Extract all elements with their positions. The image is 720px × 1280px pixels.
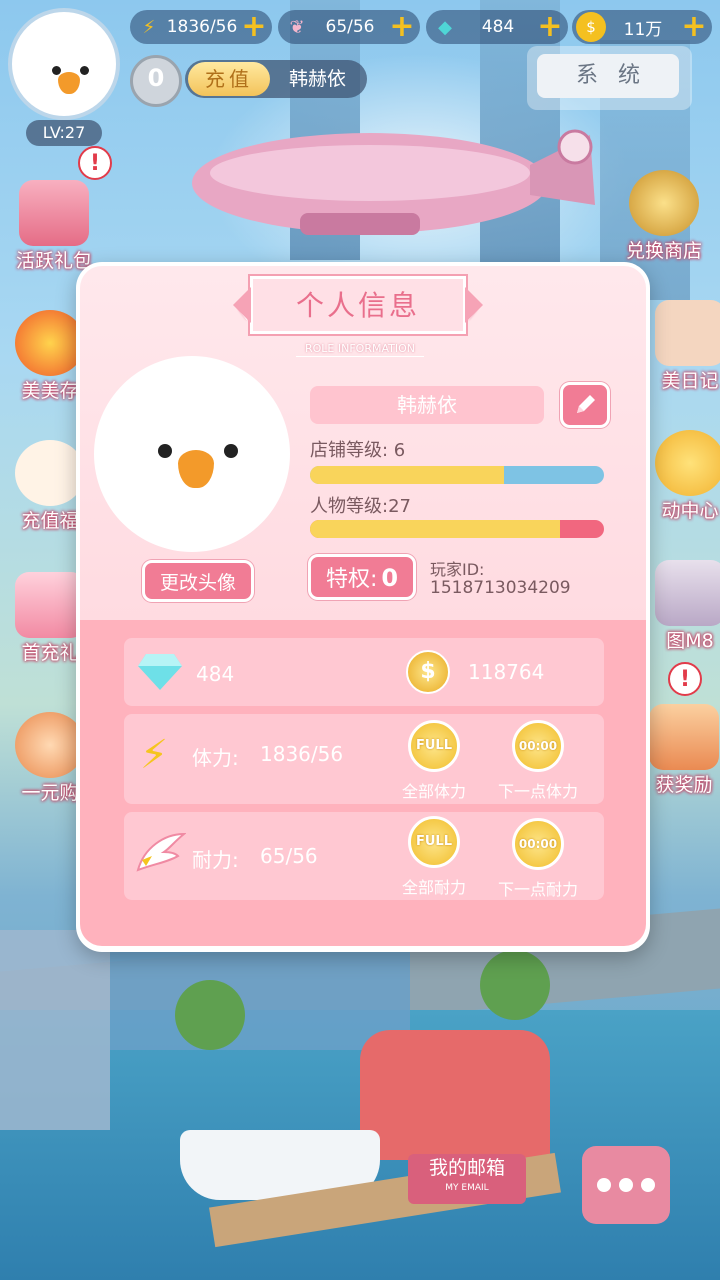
energy-row: ⚡ 体力: 1836/56 FULL 全部体力 00:00 下一点体力 [124, 714, 604, 804]
photo-icon [655, 560, 720, 626]
recharge-button[interactable]: 充值 [188, 62, 270, 96]
lucky-cat-icon [15, 440, 85, 506]
player-id-label: 玩家ID: [430, 560, 485, 579]
shop-level-label: 店铺等级: 6 [310, 440, 406, 461]
full-energy-button[interactable]: FULL [408, 720, 460, 772]
energy-value: 1836/56 [166, 17, 238, 37]
next-energy-label: 下一点体力 [497, 782, 578, 801]
player-id-value: 1518713034209 [430, 578, 571, 598]
avatar-beak [58, 72, 80, 94]
lightning-icon: ⚡ [140, 732, 169, 778]
character-level-fill [310, 520, 560, 538]
diamond-icon: ◆ [438, 16, 452, 38]
mailbox-label: 我的邮箱 [428, 1157, 505, 1179]
side-button-diary[interactable]: 美日记 [640, 300, 720, 393]
avatar-beak [178, 450, 214, 488]
flame-icon [15, 310, 85, 376]
coin-value: 11万 [623, 19, 663, 40]
character-level-bar [310, 520, 604, 538]
stamina-resource: ❦ 65/56 + [278, 10, 420, 44]
stamina-label: 耐力: [192, 848, 239, 872]
system-button[interactable]: 系统 [537, 54, 679, 98]
dialog-title: 个人信息 [233, 276, 483, 334]
side-button-exchange-shop[interactable]: 兑换商店 [614, 170, 714, 263]
more-dot-icon [597, 1178, 611, 1192]
player-level-badge: LV:27 [26, 120, 102, 146]
player-avatar[interactable] [8, 8, 120, 120]
gift-icon [19, 180, 89, 246]
personal-info-dialog: ♥ ♥ 个人信息 ROLE INFORMATION 更改头像 韩赫依 店铺等级:… [76, 262, 650, 952]
character-level-label: 人物等级:27 [310, 496, 411, 517]
dialog-subtitle: ROLE INFORMATION [296, 342, 424, 357]
coin-amount: 118764 [468, 660, 545, 684]
edit-name-button[interactable] [560, 382, 610, 428]
stamina-value: 65/56 [260, 844, 318, 868]
pencil-icon [577, 395, 595, 413]
full-stamina-button[interactable]: FULL [408, 816, 460, 868]
avatar-eye [52, 66, 61, 75]
privilege-label: 特权: [325, 567, 378, 592]
wing-icon: ❦ [289, 16, 305, 38]
full-energy-label: 全部体力 [401, 782, 466, 801]
full-stamina-label: 全部耐力 [401, 878, 466, 897]
add-stamina-button[interactable]: + [388, 12, 416, 42]
balloon-icon [655, 430, 720, 496]
scale-icon [629, 170, 699, 236]
energy-label: 体力: [192, 746, 239, 770]
side-button-photo[interactable]: 图M8 [640, 560, 720, 653]
diamond-value: 484 [481, 17, 515, 37]
coin-resource: $ 11万 + [572, 10, 712, 44]
privilege-value: 0 [381, 564, 399, 592]
add-energy-button[interactable]: + [240, 12, 268, 42]
change-avatar-button[interactable]: 更改头像 [142, 560, 254, 602]
side-button-label: 动中心 [661, 500, 719, 522]
privilege-button[interactable]: 特权: 0 [308, 554, 416, 600]
avatar-eye [80, 66, 89, 75]
alert-icon: ! [78, 146, 112, 180]
lightning-icon: ⚡ [142, 16, 156, 38]
chest-icon [15, 572, 85, 638]
player-name: 韩赫依 [288, 68, 346, 90]
stamina-row: 耐力: 65/56 FULL 全部耐力 00:00 下一点耐力 [124, 812, 604, 900]
avatar-eye [224, 444, 238, 458]
vip-badge[interactable]: 0 [130, 55, 182, 107]
more-dot-icon [619, 1178, 633, 1192]
stamina-value: 65/56 [325, 17, 375, 37]
shop-level-fill [310, 466, 505, 484]
coin-icon: $ [406, 650, 450, 694]
book-icon [655, 300, 720, 366]
mailbox-sublabel: MY EMAIL [445, 1183, 489, 1193]
next-energy-timer: 00:00 [512, 720, 564, 772]
side-button-label: 兑换商店 [625, 240, 702, 262]
shop-level-bar [310, 466, 604, 484]
next-stamina-timer: 00:00 [512, 818, 564, 870]
mailbox-button[interactable]: 我的邮箱 MY EMAIL [408, 1154, 526, 1204]
side-button-label: 美日记 [661, 370, 719, 392]
currency-row: 484 $ 118764 [124, 638, 604, 706]
add-coin-button[interactable]: + [680, 12, 708, 42]
wing-icon [136, 832, 186, 872]
more-button[interactable] [582, 1146, 670, 1224]
more-dot-icon [641, 1178, 655, 1192]
side-button-event-center[interactable]: 动中心 [640, 430, 720, 523]
next-stamina-label: 下一点耐力 [497, 880, 578, 899]
coin-icon: $ [576, 12, 606, 42]
energy-value: 1836/56 [260, 742, 344, 766]
diamond-resource: ◆ 484 + [426, 10, 568, 44]
profile-avatar [94, 356, 290, 552]
energy-resource: ⚡ 1836/56 + [130, 10, 272, 44]
girl-icon [15, 712, 85, 778]
alert-icon: ! [668, 662, 702, 696]
add-diamond-button[interactable]: + [536, 12, 564, 42]
side-button-activity-gift[interactable]: 活跃礼包 [4, 180, 104, 273]
avatar-eye [158, 444, 172, 458]
player-name-field: 韩赫依 [310, 386, 544, 424]
diamond-amount: 484 [196, 662, 235, 686]
gift-box-icon [649, 704, 719, 770]
diamond-icon [138, 654, 182, 690]
side-button-label: 图M8 [666, 630, 714, 652]
